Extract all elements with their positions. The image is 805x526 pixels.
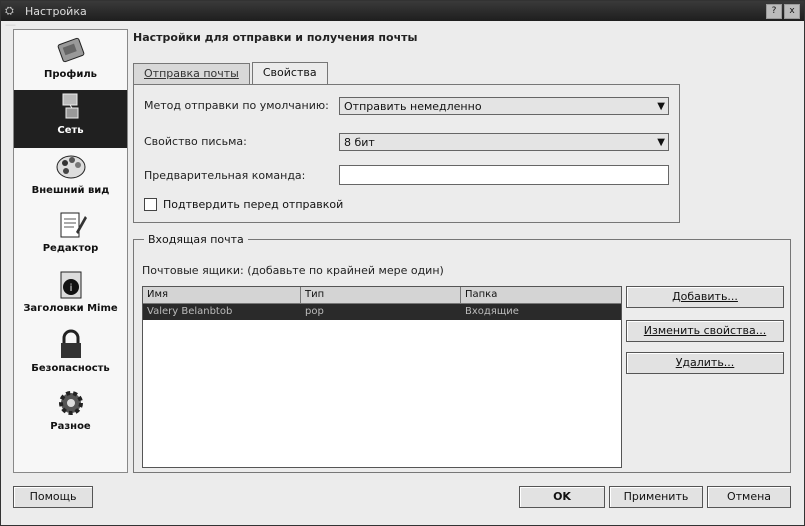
settings-window: ⛭ — Настройка ? x Профиль Сеть Внешний в… [0, 0, 805, 526]
properties-panel: Метод отправки по умолчанию: Отправить н… [133, 84, 680, 223]
sidebar-item-editor[interactable]: Редактор [14, 208, 127, 264]
column-header-folder[interactable]: Папка [461, 287, 621, 303]
sidebar-item-appearance[interactable]: Внешний вид [14, 150, 127, 206]
message-property-value: 8 бит [344, 136, 375, 149]
modify-mailbox-button[interactable]: Изменить свойства... [626, 320, 784, 342]
send-method-label: Метод отправки по умолчанию: [144, 99, 329, 112]
lock-icon [60, 329, 81, 358]
sidebar-item-label: Редактор [42, 243, 99, 254]
sidebar-item-security[interactable]: Безопасность [14, 328, 127, 384]
incoming-mail-title: Входящая почта [144, 233, 248, 246]
svg-text:i: i [69, 283, 72, 294]
column-header-type[interactable]: Тип [301, 287, 461, 303]
network-icon [62, 93, 78, 119]
tab-bar: Отправка почты Свойства [133, 62, 330, 85]
sidebar-item-label: Безопасность [31, 363, 110, 374]
profile-icon [57, 37, 84, 63]
send-method-value: Отправить немедленно [344, 100, 482, 113]
mailbox-type: pop [305, 306, 324, 317]
table-row[interactable]: Valery Belanbtob pop Входящие [143, 304, 621, 320]
confirm-checkbox-label: Подтвердить перед отправкой [163, 198, 344, 211]
sidebar-item-label: Сеть [57, 125, 84, 136]
remove-mailbox-button[interactable]: Удалить... [626, 352, 784, 374]
mailbox-list-header: Имя Тип Папка [143, 287, 621, 304]
sidebar-item-misc[interactable]: Разное [14, 386, 127, 442]
settings-sidebar: Профиль Сеть Внешний вид Редактор i Заго… [13, 29, 128, 473]
sidebar-item-label: Внешний вид [31, 185, 110, 196]
app-icon: ⛭ — [5, 4, 16, 31]
send-method-select[interactable]: Отправить немедленно ▼ [339, 97, 669, 115]
tab-sending[interactable]: Отправка почты [133, 63, 250, 84]
editor-icon [60, 212, 87, 238]
help-window-button[interactable]: ? [766, 4, 782, 19]
mailbox-folder: Входящие [465, 306, 519, 317]
chevron-down-icon: ▼ [657, 101, 665, 112]
sidebar-item-label: Заголовки Mime [23, 303, 118, 314]
sidebar-item-label: Разное [50, 421, 91, 432]
confirm-before-send[interactable]: Подтвердить перед отправкой [144, 198, 343, 211]
cancel-button[interactable]: Отмена [707, 486, 791, 508]
title-bar: ⛭ — Настройка ? x [1, 1, 804, 31]
sidebar-item-label: Профиль [44, 69, 97, 80]
tab-properties[interactable]: Свойства [251, 62, 328, 85]
sidebar-item-network[interactable]: Сеть [14, 90, 127, 148]
apply-button[interactable]: Применить [609, 486, 703, 508]
chevron-down-icon: ▼ [657, 137, 665, 148]
mime-icon: i [60, 271, 81, 299]
confirm-checkbox[interactable] [144, 198, 157, 211]
column-header-name[interactable]: Имя [143, 287, 301, 303]
mailboxes-hint: Почтовые ящики: (добавьте по крайней мер… [142, 264, 444, 277]
help-button[interactable]: Помощь [13, 486, 93, 508]
ok-button[interactable]: OK [519, 486, 605, 508]
mailbox-name: Valery Belanbtob [147, 306, 233, 317]
add-mailbox-button[interactable]: Добавить... [626, 286, 784, 308]
mailbox-list[interactable]: Имя Тип Папка Valery Belanbtob pop Входя… [142, 286, 622, 468]
sidebar-item-profile[interactable]: Профиль [14, 34, 127, 90]
sidebar-item-mime[interactable]: i Заголовки Mime [14, 268, 127, 324]
close-window-button[interactable]: x [784, 4, 800, 19]
precommand-input[interactable] [339, 165, 669, 185]
incoming-mail-group: Входящая почта Почтовые ящики: (добавьте… [133, 233, 791, 473]
message-property-label: Свойство письма: [144, 135, 247, 148]
message-property-select[interactable]: 8 бит ▼ [339, 133, 669, 151]
gear-icon [58, 391, 83, 415]
section-title: Настройки для отправки и получения почты [133, 31, 793, 47]
window-title: Настройка [25, 4, 87, 18]
palette-icon [56, 155, 85, 179]
precommand-label: Предварительная команда: [144, 169, 306, 182]
